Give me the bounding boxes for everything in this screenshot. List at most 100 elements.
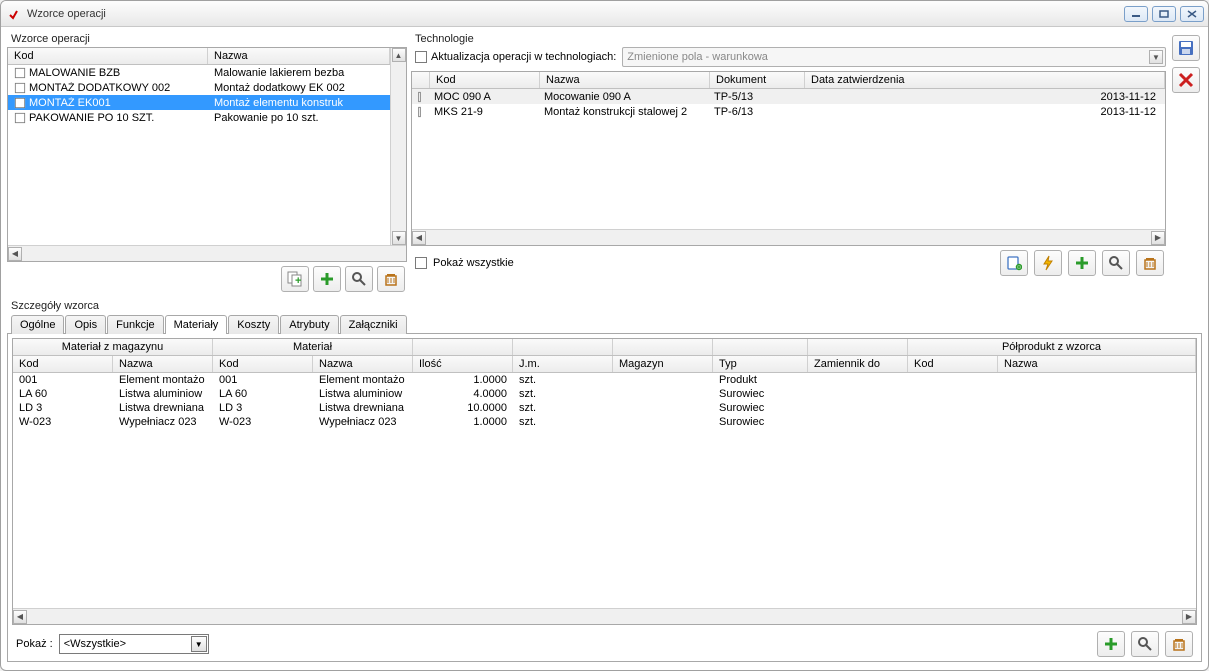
materials-table[interactable]: Materiał z magazynu Materiał Półprodukt … — [12, 338, 1197, 625]
add-button[interactable] — [313, 266, 341, 292]
save-button[interactable] — [1172, 35, 1200, 61]
wzorce-row[interactable]: MALOWANIE BZBMalowanie lakierem bezba — [8, 65, 390, 80]
left-hscroll[interactable]: ◀ ▶ — [8, 245, 406, 261]
update-checkbox[interactable] — [415, 51, 427, 63]
mcol-mag[interactable]: Magazyn — [613, 356, 713, 372]
wzorce-list[interactable]: Kod Nazwa MALOWANIE BZBMalowanie lakiere… — [7, 47, 407, 262]
link-button[interactable] — [1000, 250, 1028, 276]
wzorce-rows: MALOWANIE BZBMalowanie lakierem bezbaMON… — [8, 65, 390, 125]
details-label: Szczegóły wzorca — [11, 300, 1202, 312]
col-nazwa2[interactable]: Nazwa — [540, 72, 710, 88]
tech-top-row: Aktualizacja operacji w technologiach: Z… — [411, 47, 1166, 67]
wzorce-label: Wzorce operacji — [11, 33, 407, 45]
row-checkbox[interactable] — [15, 112, 25, 122]
svg-text:+: + — [295, 275, 301, 287]
tab-załączniki[interactable]: Załączniki — [340, 315, 407, 334]
tabs: OgólneOpisFunkcjeMateriałyKosztyAtrybuty… — [11, 314, 1202, 333]
material-row[interactable]: 001Element montażo001Element montażo1.00… — [13, 373, 1196, 387]
left-vscroll[interactable]: ▲ ▼ — [390, 48, 406, 245]
col-kod2[interactable]: Kod — [430, 72, 540, 88]
wzorce-row[interactable]: MONTAŻ DODATKOWY 002Montaż dodatkowy EK … — [8, 80, 390, 95]
scroll-down-icon[interactable]: ▼ — [392, 231, 406, 245]
scroll-left-icon3[interactable]: ◀ — [13, 610, 27, 624]
app-icon — [7, 7, 21, 21]
mcol-nazwa2[interactable]: Nazwa — [313, 356, 413, 372]
technologie-row[interactable]: MKS 21-9Montaż konstrukcji stalowej 2TP-… — [412, 104, 1165, 119]
tab-funkcje[interactable]: Funkcje — [107, 315, 164, 334]
update-combo[interactable]: Zmienione pola - warunkowa ▼ — [622, 47, 1166, 67]
row-checkbox[interactable] — [418, 91, 421, 101]
mcol-typ[interactable]: Typ — [713, 356, 808, 372]
show-all-checkbox[interactable] — [415, 257, 427, 269]
mcol-nazwa3[interactable]: Nazwa — [998, 356, 1196, 372]
search-material-button[interactable] — [1131, 631, 1159, 657]
content-area: Wzorce operacji Kod Nazwa MALOWANIE BZBM… — [1, 27, 1208, 670]
chevron-down-icon2[interactable]: ▼ — [191, 636, 207, 652]
row-checkbox[interactable] — [15, 82, 25, 92]
mcol-kod1[interactable]: Kod — [13, 356, 113, 372]
scroll-right-icon3[interactable]: ▶ — [1182, 610, 1196, 624]
app-window: Wzorce operacji Wzorce operacji Kod Nazw… — [0, 0, 1209, 671]
group-material: Materiał — [213, 339, 413, 355]
chevron-down-icon[interactable]: ▼ — [1149, 50, 1163, 64]
cancel-button[interactable] — [1172, 67, 1200, 93]
maximize-button[interactable] — [1152, 6, 1176, 22]
delete-material-button[interactable] — [1165, 631, 1193, 657]
add-tech-button[interactable] — [1068, 250, 1096, 276]
col-dokument[interactable]: Dokument — [710, 72, 805, 88]
show-all-label: Pokaż wszystkie — [433, 257, 514, 269]
technologie-label: Technologie — [415, 33, 1166, 45]
mcol-nazwa1[interactable]: Nazwa — [113, 356, 213, 372]
delete-button[interactable] — [377, 266, 405, 292]
scroll-left-icon2[interactable]: ◀ — [412, 231, 426, 245]
tab-atrybuty[interactable]: Atrybuty — [280, 315, 338, 334]
wzorce-row[interactable]: PAKOWANIE PO 10 SZT.Pakowanie po 10 szt. — [8, 110, 390, 125]
window-title: Wzorce operacji — [27, 8, 1120, 20]
technologie-rows: MOC 090 AMocowanie 090 ATP-5/132013-11-1… — [412, 89, 1165, 119]
mcol-ilosc[interactable]: Ilość — [413, 356, 513, 372]
scroll-up-icon[interactable]: ▲ — [392, 48, 406, 62]
col-nazwa[interactable]: Nazwa — [208, 48, 390, 64]
mcol-zam[interactable]: Zamiennik do — [808, 356, 908, 372]
filter-combo[interactable]: <Wszystkie> ▼ — [59, 634, 209, 654]
scroll-left-icon[interactable]: ◀ — [8, 247, 22, 261]
tab-opis[interactable]: Opis — [65, 315, 106, 334]
group-magazyn: Materiał z magazynu — [13, 339, 213, 355]
titlebar: Wzorce operacji — [1, 1, 1208, 27]
row-checkbox[interactable] — [15, 97, 25, 107]
copy-button[interactable]: + — [281, 266, 309, 292]
search-tech-button[interactable] — [1102, 250, 1130, 276]
mcol-jm[interactable]: J.m. — [513, 356, 613, 372]
col-data[interactable]: Data zatwierdzenia — [805, 72, 1165, 88]
tab-materiały[interactable]: Materiały — [165, 315, 228, 334]
add-material-button[interactable] — [1097, 631, 1125, 657]
mat-hscroll[interactable]: ◀ ▶ — [13, 608, 1196, 624]
tab-koszty[interactable]: Koszty — [228, 315, 279, 334]
wzorce-toolbar: + — [7, 262, 407, 292]
material-row[interactable]: LA 60Listwa aluminiowLA 60Listwa alumini… — [13, 387, 1196, 401]
tab-ogólne[interactable]: Ogólne — [11, 315, 64, 334]
materials-rows: 001Element montażo001Element montażo1.00… — [13, 373, 1196, 608]
mcol-kod3[interactable]: Kod — [908, 356, 998, 372]
row-checkbox[interactable] — [15, 67, 25, 77]
row-checkbox[interactable] — [418, 106, 421, 116]
wzorce-row[interactable]: MONTAŻ EK001Montaż elementu konstruk — [8, 95, 390, 110]
update-combo-value: Zmienione pola - warunkowa — [627, 51, 768, 63]
filter-label: Pokaż : — [16, 638, 53, 650]
scroll-right-icon2[interactable]: ▶ — [1151, 231, 1165, 245]
right-hscroll[interactable]: ◀ ▶ — [412, 229, 1165, 245]
material-row[interactable]: LD 3Listwa drewnianaLD 3Listwa drewniana… — [13, 401, 1196, 415]
filter-value: <Wszystkie> — [64, 638, 126, 650]
mcol-kod2[interactable]: Kod — [213, 356, 313, 372]
col-kod[interactable]: Kod — [8, 48, 208, 64]
technologie-row[interactable]: MOC 090 AMocowanie 090 ATP-5/132013-11-1… — [412, 89, 1165, 104]
delete-tech-button[interactable] — [1136, 250, 1164, 276]
lightning-button[interactable] — [1034, 250, 1062, 276]
tab-content: Materiał z magazynu Materiał Półprodukt … — [7, 333, 1202, 662]
material-row[interactable]: W-023Wypełniacz 023W-023Wypełniacz 0231.… — [13, 415, 1196, 429]
group-half: Półprodukt z wzorca — [908, 339, 1196, 355]
close-button[interactable] — [1180, 6, 1204, 22]
technologie-list[interactable]: Kod Nazwa Dokument Data zatwierdzenia MO… — [411, 71, 1166, 246]
search-button[interactable] — [345, 266, 373, 292]
minimize-button[interactable] — [1124, 6, 1148, 22]
